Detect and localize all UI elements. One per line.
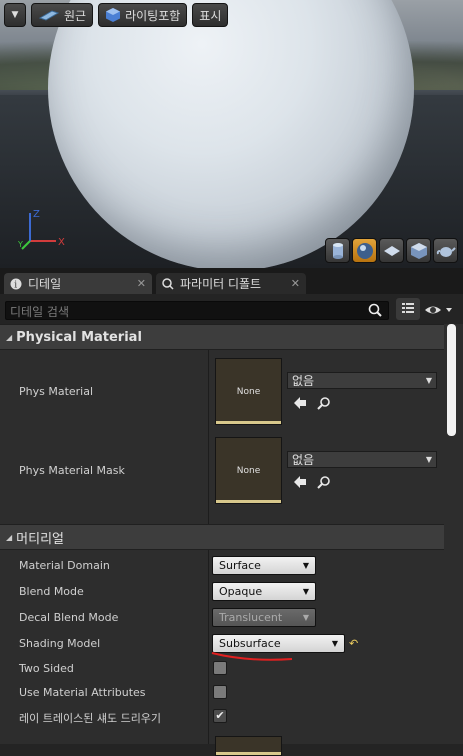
- preview-plane-button[interactable]: [379, 238, 404, 263]
- show-label: 표시: [199, 8, 222, 23]
- browse-search-icon[interactable]: [317, 396, 331, 410]
- details-search-row: 디테일 검색: [0, 298, 463, 324]
- browse-search-icon[interactable]: [317, 475, 331, 489]
- phys-material-label: Phys Material: [19, 385, 94, 398]
- tab-parameter-defaults-label: 파라미터 디폴트: [180, 277, 262, 291]
- details-search-input[interactable]: 디테일 검색: [5, 301, 389, 320]
- phys-material-mask-combo[interactable]: 없음 ▼: [287, 451, 437, 468]
- cast-ray-traced-shadows-checkbox[interactable]: ✔: [213, 709, 227, 723]
- panel-tab-bar: i 디테일 ✕ 파라미터 디폴트 ✕: [0, 268, 463, 294]
- perspective-icon: [38, 10, 60, 21]
- thumbnail-text: None: [236, 386, 261, 397]
- thumbnail-text: None: [236, 465, 261, 476]
- view-options-button[interactable]: [424, 302, 456, 321]
- details-scrollbar[interactable]: [447, 324, 456, 436]
- lighting-label: 라이팅포함: [125, 8, 181, 23]
- preview-cube-button[interactable]: [406, 238, 431, 263]
- phys-material-mask-label: Phys Material Mask: [19, 464, 125, 477]
- teapot-icon: [436, 246, 456, 257]
- tab-parameter-defaults[interactable]: 파라미터 디폴트 ✕: [156, 273, 306, 294]
- dropdown-value: Subsurface: [219, 637, 281, 650]
- use-selected-arrow-icon[interactable]: [293, 396, 307, 410]
- chevron-down-icon: ▼: [331, 639, 338, 648]
- perspective-label: 원근: [64, 8, 87, 23]
- search-icon: [162, 277, 174, 290]
- expand-arrow-icon: ◢: [6, 532, 13, 542]
- close-icon[interactable]: ✕: [291, 277, 300, 290]
- preview-teapot-button[interactable]: [433, 238, 458, 263]
- chevron-down-icon: ▼: [425, 376, 432, 385]
- list-view-icon: [402, 303, 414, 313]
- preview-cylinder-button[interactable]: [325, 238, 350, 263]
- material-domain-label: Material Domain: [19, 559, 110, 572]
- phys-material-combo[interactable]: 없음 ▼: [287, 372, 437, 389]
- category-physical-material[interactable]: ◢ Physical Material: [0, 324, 444, 350]
- category-material[interactable]: ◢ 머티리얼: [0, 524, 444, 550]
- viewport-toolbar: ▼ 원근 라이팅포함 표시: [4, 3, 229, 27]
- search-placeholder: 디테일 검색: [10, 305, 70, 319]
- next-thumbnail-partial: [215, 736, 282, 756]
- dropdown-value: Opaque: [219, 585, 263, 598]
- axis-y-label: Y: [18, 240, 23, 249]
- eye-icon: [425, 306, 452, 314]
- property-matrix-button[interactable]: [396, 298, 420, 320]
- show-button[interactable]: 표시: [192, 3, 229, 27]
- axis-x-label: X: [58, 237, 65, 248]
- details-icon: i: [10, 278, 22, 290]
- preview-sphere-button[interactable]: [352, 238, 377, 263]
- plane-icon: [383, 245, 400, 256]
- chevron-down-icon: ▼: [302, 561, 309, 570]
- preview-mesh-buttons: [325, 238, 458, 263]
- chevron-down-icon: ▼: [302, 587, 309, 596]
- sphere-icon: [356, 242, 373, 259]
- cube-icon: [410, 242, 427, 259]
- decal-blend-mode-dropdown: Translucent ▼: [212, 608, 316, 627]
- tab-details-label: 디테일: [28, 277, 62, 291]
- chevron-down-icon: ▼: [302, 613, 309, 622]
- phys-material-mask-thumbnail[interactable]: None: [215, 437, 282, 504]
- combo-value: 없음: [292, 374, 315, 388]
- reset-to-default-icon[interactable]: ↶: [349, 637, 358, 650]
- blend-mode-dropdown[interactable]: Opaque ▼: [212, 582, 316, 601]
- material-preview-viewport[interactable]: ▼ 원근 라이팅포함 표시 X Z Y: [0, 0, 463, 268]
- dropdown-value: Surface: [219, 559, 261, 572]
- category-label: 머티리얼: [16, 531, 64, 547]
- phys-material-thumbnail[interactable]: None: [215, 358, 282, 425]
- lit-cube-icon: [106, 8, 121, 22]
- blend-mode-label: Blend Mode: [19, 585, 84, 598]
- use-selected-arrow-icon[interactable]: [293, 475, 307, 489]
- chevron-down-icon: ▼: [425, 455, 432, 464]
- chevron-down-icon: ▼: [11, 10, 19, 20]
- axis-z-label: Z: [33, 209, 40, 220]
- svg-text:i: i: [14, 280, 17, 290]
- perspective-button[interactable]: 원근: [31, 3, 94, 27]
- use-material-attributes-label: Use Material Attributes: [19, 686, 146, 699]
- use-material-attributes-checkbox[interactable]: [213, 685, 227, 699]
- combo-value: 없음: [292, 453, 315, 467]
- two-sided-label: Two Sided: [19, 662, 74, 675]
- shading-model-label: Shading Model: [19, 637, 101, 650]
- dropdown-value: Translucent: [219, 611, 283, 624]
- expand-arrow-icon: ◢: [6, 332, 13, 342]
- cast-ray-traced-shadows-label: 레이 트레이스된 섀도 드리우기: [19, 712, 162, 725]
- category-label: Physical Material: [16, 329, 142, 345]
- viewport-menu-button[interactable]: ▼: [4, 3, 26, 27]
- cylinder-icon: [332, 242, 343, 259]
- axis-gizmo: X Z Y: [18, 209, 65, 250]
- two-sided-checkbox[interactable]: [213, 661, 227, 675]
- lighting-button[interactable]: 라이팅포함: [98, 3, 188, 27]
- decal-blend-mode-label: Decal Blend Mode: [19, 611, 119, 624]
- material-domain-dropdown[interactable]: Surface ▼: [212, 556, 316, 575]
- search-icon: [368, 303, 382, 317]
- close-icon[interactable]: ✕: [137, 277, 146, 290]
- tab-details[interactable]: i 디테일 ✕: [4, 273, 152, 294]
